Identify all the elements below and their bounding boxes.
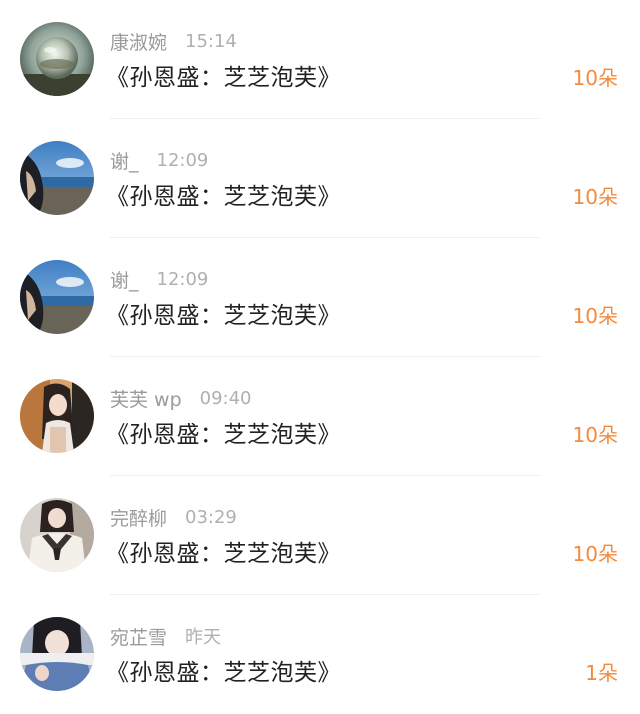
gift-amount: 10朵 [572,542,618,566]
gift-amount: 10朵 [572,66,618,90]
send-time: 12:09 [156,149,209,171]
gift-record-row[interactable]: 康淑婉 15:14 《孙恩盛：芝芝泡芙》 10朵 [0,0,640,119]
uniform-girl-avatar[interactable] [20,498,94,572]
gift-record-row[interactable]: 完醉柳 03:29 《孙恩盛：芝芝泡芙》 10朵 [0,476,640,595]
sender-name[interactable]: 完醉柳 [110,504,167,531]
crystal-ball-avatar[interactable] [20,22,94,96]
gift-title: 《孙恩盛：芝芝泡芙》 [106,541,341,567]
sender-meta: 宛芷雪 昨天 [110,623,222,650]
gift-amount: 10朵 [572,423,618,447]
sender-name[interactable]: 康淑婉 [110,28,167,55]
beach-girl-avatar[interactable] [20,260,94,334]
gift-title: 《孙恩盛：芝芝泡芙》 [106,422,341,448]
sender-name[interactable]: 谢_ [110,147,139,174]
send-time: 09:40 [199,387,252,409]
sender-meta: 谢_ 12:09 [110,266,209,293]
gift-title: 《孙恩盛：芝芝泡芙》 [106,184,341,210]
gift-title: 《孙恩盛：芝芝泡芙》 [106,660,341,686]
send-time: 15:14 [185,30,237,52]
sender-meta: 康淑婉 15:14 [110,28,237,55]
beach-girl-avatar[interactable] [20,141,94,215]
sender-name[interactable]: 宛芷雪 [110,623,167,650]
send-time: 03:29 [185,506,237,528]
gift-record-row[interactable]: 谢_ 12:09 《孙恩盛：芝芝泡芙》 10朵 [0,119,640,238]
gift-title: 《孙恩盛：芝芝泡芙》 [106,65,341,91]
sender-meta: 完醉柳 03:29 [110,504,237,531]
gift-amount: 1朵 [585,661,618,685]
gift-record-row[interactable]: 宛芷雪 昨天 《孙恩盛：芝芝泡芙》 1朵 [0,595,640,714]
gift-amount: 10朵 [572,304,618,328]
denim-girl-avatar[interactable] [20,617,94,691]
gift-record-row[interactable]: 谢_ 12:09 《孙恩盛：芝芝泡芙》 10朵 [0,238,640,357]
sender-name[interactable]: 谢_ [110,266,139,293]
sender-name[interactable]: 芙芙 wp [110,385,182,412]
gift-title: 《孙恩盛：芝芝泡芙》 [106,303,341,329]
gift-amount: 10朵 [572,185,618,209]
gift-record-list: 康淑婉 15:14 《孙恩盛：芝芝泡芙》 10朵 谢_ 12:09 《孙恩盛：芝… [0,0,640,714]
send-time: 昨天 [185,627,222,648]
girl-car-avatar[interactable] [20,379,94,453]
sender-meta: 芙芙 wp 09:40 [110,385,252,412]
send-time: 12:09 [156,268,209,290]
sender-meta: 谢_ 12:09 [110,147,209,174]
gift-record-row[interactable]: 芙芙 wp 09:40 《孙恩盛：芝芝泡芙》 10朵 [0,357,640,476]
